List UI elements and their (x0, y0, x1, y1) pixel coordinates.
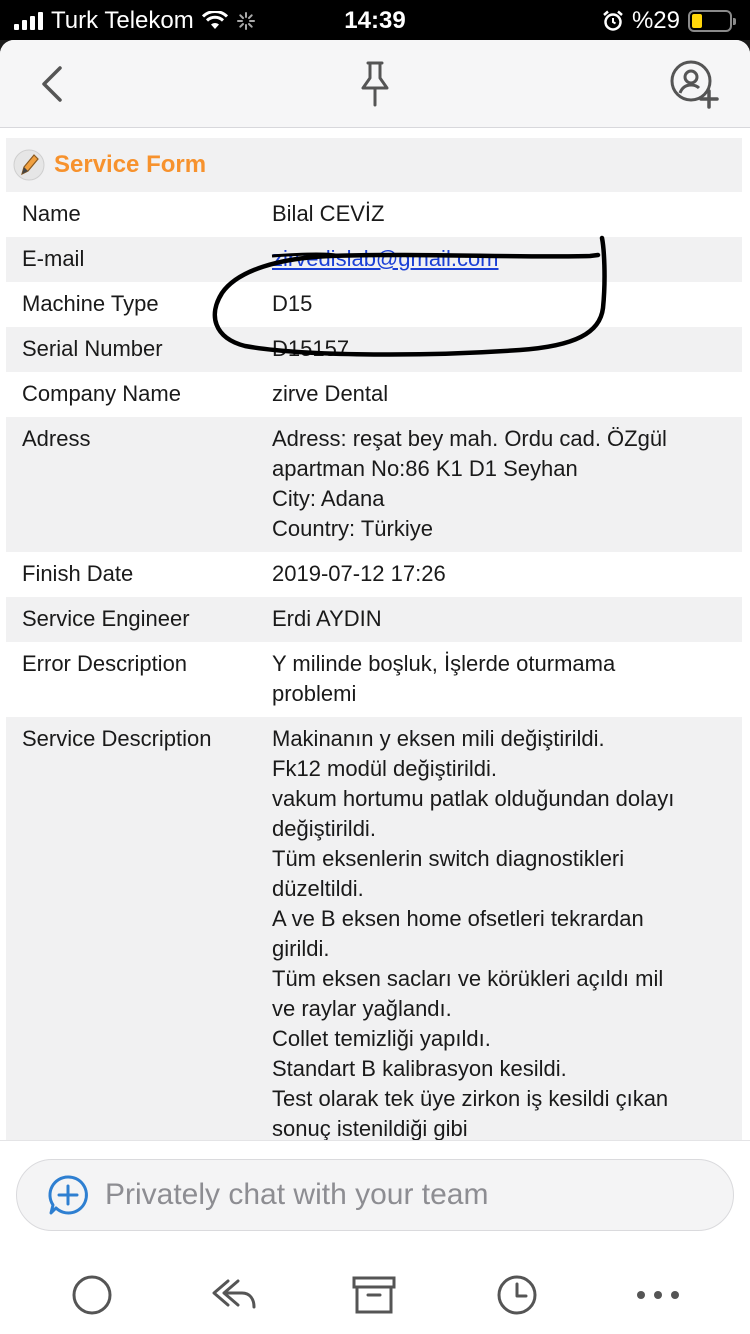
form-title: Service Form (54, 151, 207, 178)
email-body: Service Form Name Bilal CEVİZ E-mail zir… (0, 128, 750, 1140)
mail-detail-sheet: Service Form Name Bilal CEVİZ E-mail zir… (0, 40, 750, 1334)
service-description-line: Fk12 modül değiştirildi. (272, 756, 497, 781)
error-description-line: Y milinde boşluk, İşlerde oturmama (272, 651, 616, 676)
table-row: Service Engineer Erdi AYDIN (6, 597, 742, 642)
chat-bubble-plus-icon (48, 1175, 88, 1215)
error-description-line: problemi (272, 681, 357, 706)
company-name-label: Company Name (6, 372, 256, 417)
name-value: Bilal CEVİZ (256, 192, 742, 237)
table-row: Adress Adress: reşat bey mah. Ordu cad. … (6, 417, 742, 552)
action-toolbar (0, 1267, 750, 1323)
table-row: Company Name zirve Dental (6, 372, 742, 417)
alarm-icon (603, 10, 623, 31)
team-chat-input[interactable]: Privately chat with your team (16, 1159, 734, 1231)
reply-all-icon (212, 1279, 256, 1309)
service-description-line: ve raylar yağlandı. (272, 996, 452, 1021)
add-participant-button[interactable] (666, 56, 722, 112)
table-row: Name Bilal CEVİZ (6, 192, 742, 237)
service-description-line: Makinanın y eksen mili değiştirildi. (272, 726, 605, 751)
error-description-value: Y milinde boşluk, İşlerde oturmama probl… (256, 642, 742, 717)
service-form: Service Form Name Bilal CEVİZ E-mail zir… (6, 138, 742, 1140)
service-description-value: Makinanın y eksen mili değiştirildi. Fk1… (256, 717, 742, 1140)
circle-icon (72, 1275, 112, 1315)
pin-button[interactable] (347, 56, 403, 112)
service-description-line: değiştirildi. (272, 816, 376, 841)
service-description-line: Standart B kalibrasyon kesildi. (272, 1056, 567, 1081)
add-user-icon (670, 60, 719, 109)
service-description-line: düzeltildi. (272, 876, 364, 901)
error-description-label: Error Description (6, 642, 256, 717)
service-description-line: Collet temizliği yapıldı. (272, 1026, 491, 1051)
pin-icon (361, 61, 389, 107)
service-form-table: Name Bilal CEVİZ E-mail zirvedislab@gmai… (6, 192, 742, 1140)
table-row: Error Description Y milinde boşluk, İşle… (6, 642, 742, 717)
service-description-line: Tüm eksenlerin switch diagnostikleri (272, 846, 625, 871)
bottom-panel: Privately chat with your team (0, 1140, 750, 1334)
company-name-value: zirve Dental (256, 372, 742, 417)
table-row: Machine Type D15 (6, 282, 742, 327)
email-label: E-mail (6, 237, 256, 282)
reply-all-button[interactable] (210, 1271, 258, 1319)
archive-button[interactable] (350, 1271, 398, 1319)
back-button[interactable] (24, 56, 80, 112)
more-button[interactable] (634, 1271, 682, 1319)
battery-icon (688, 10, 736, 32)
service-description-line: A ve B eksen home ofsetleri tekrardan (272, 906, 644, 931)
address-label: Adress (6, 417, 256, 552)
finish-date-value: 2019-07-12 17:26 (256, 552, 742, 597)
snooze-button[interactable] (493, 1271, 541, 1319)
machine-type-label: Machine Type (6, 282, 256, 327)
machine-type-value: D15 (256, 282, 742, 327)
navigation-bar (0, 40, 750, 128)
name-label: Name (6, 192, 256, 237)
table-row: Service Description Makinanın y eksen mi… (6, 717, 742, 1140)
table-row: Serial Number D15157 (6, 327, 742, 372)
more-icon (637, 1291, 679, 1299)
status-bar: Turk Telekom 14:39 %29 (0, 0, 750, 40)
service-engineer-label: Service Engineer (6, 597, 256, 642)
finish-date-label: Finish Date (6, 552, 256, 597)
battery-percent: %29 (631, 7, 680, 34)
clock-icon (497, 1275, 537, 1315)
table-row: E-mail zirvedislab@gmail.com (6, 237, 742, 282)
mark-unread-button[interactable] (68, 1271, 116, 1319)
service-description-line: Tüm eksen sacları ve körükleri açıldı mi… (272, 966, 664, 991)
back-chevron-icon (42, 66, 62, 102)
serial-number-value: D15157 (256, 327, 742, 372)
address-line: City: Adana (272, 486, 385, 511)
table-row: Finish Date 2019-07-12 17:26 (6, 552, 742, 597)
email-link[interactable]: zirvedislab@gmail.com (272, 246, 499, 271)
chat-placeholder: Privately chat with your team (105, 1178, 489, 1211)
address-line: Country: Türkiye (272, 516, 433, 541)
service-description-line: Test olarak tek üye zirkon iş kesildi çı… (272, 1086, 669, 1111)
service-description-line: sonuç istenildiği gibi (272, 1116, 468, 1140)
form-header: Service Form (6, 138, 742, 192)
serial-number-label: Serial Number (6, 327, 256, 372)
service-description-line: vakum hortumu patlak olduğundan dolayı (272, 786, 675, 811)
address-line: apartman No:86 K1 D1 Seyhan (272, 456, 578, 481)
archive-icon (352, 1276, 396, 1314)
address-line: Adress: reşat bey mah. Ordu cad. ÖZgül (272, 426, 667, 451)
service-description-label: Service Description (6, 717, 256, 1140)
pencil-icon (13, 149, 45, 181)
service-engineer-value: Erdi AYDIN (256, 597, 742, 642)
service-description-line: girildi. (272, 936, 330, 961)
address-value: Adress: reşat bey mah. Ordu cad. ÖZgül a… (256, 417, 742, 552)
